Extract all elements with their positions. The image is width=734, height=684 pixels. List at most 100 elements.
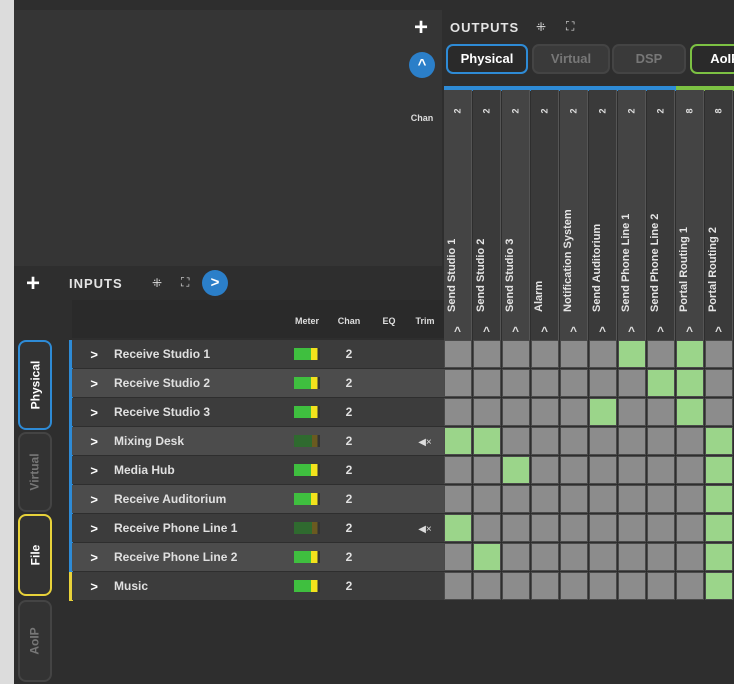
routing-cell[interactable]	[531, 340, 559, 368]
expand-input-chevron[interactable]: >	[72, 434, 104, 449]
routing-cell[interactable]	[589, 572, 617, 600]
routing-cell[interactable]	[618, 514, 646, 542]
routing-cell[interactable]	[676, 572, 704, 600]
routing-cell[interactable]	[444, 543, 472, 571]
routing-cell[interactable]	[444, 514, 472, 542]
collapse-all-outputs-icon[interactable]: ⁜	[536, 20, 547, 34]
expand-output-chevron[interactable]: ^	[705, 324, 732, 338]
routing-cell[interactable]	[473, 543, 501, 571]
output-tab-virtual[interactable]: Virtual	[532, 44, 610, 74]
routing-cell[interactable]	[560, 340, 588, 368]
routing-cell[interactable]	[589, 543, 617, 571]
routing-cell[interactable]	[502, 456, 530, 484]
expand-output-chevron[interactable]: ^	[502, 324, 529, 338]
routing-cell[interactable]	[589, 514, 617, 542]
routing-cell[interactable]	[647, 398, 675, 426]
routing-cell[interactable]	[676, 514, 704, 542]
mute-icon[interactable]: ◀×	[418, 524, 432, 535]
input-row[interactable]: > Receive Auditorium 2	[72, 485, 444, 513]
input-tab-file[interactable]: File	[18, 514, 52, 596]
input-tab-virtual[interactable]: Virtual	[18, 432, 52, 512]
routing-cell[interactable]	[676, 456, 704, 484]
input-row[interactable]: > Receive Phone Line 2 2	[72, 543, 444, 571]
trim-cell[interactable]: ◀×	[406, 434, 444, 448]
input-row[interactable]: > Receive Studio 1 2	[72, 340, 444, 368]
routing-cell[interactable]	[444, 369, 472, 397]
routing-cell[interactable]	[473, 456, 501, 484]
expand-output-chevron[interactable]: ^	[589, 324, 616, 338]
routing-cell[interactable]	[531, 543, 559, 571]
input-row[interactable]: > Receive Studio 2 2	[72, 369, 444, 397]
routing-cell[interactable]	[589, 427, 617, 455]
routing-cell[interactable]	[560, 485, 588, 513]
routing-cell[interactable]	[618, 340, 646, 368]
mute-icon[interactable]: ◀×	[418, 437, 432, 448]
routing-cell[interactable]	[618, 543, 646, 571]
output-tab-dsp[interactable]: DSP	[612, 44, 686, 74]
routing-cell[interactable]	[676, 485, 704, 513]
routing-cell[interactable]	[531, 514, 559, 542]
routing-cell[interactable]	[531, 485, 559, 513]
routing-cell[interactable]	[560, 514, 588, 542]
routing-cell[interactable]	[502, 340, 530, 368]
routing-cell[interactable]	[502, 543, 530, 571]
routing-cell[interactable]	[444, 572, 472, 600]
routing-cell[interactable]	[589, 456, 617, 484]
routing-cell[interactable]	[705, 456, 733, 484]
routing-cell[interactable]	[560, 427, 588, 455]
expand-input-chevron[interactable]: >	[72, 376, 104, 391]
expand-input-chevron[interactable]: >	[72, 521, 104, 536]
output-tab-physical[interactable]: Physical	[446, 44, 528, 74]
routing-cell[interactable]	[647, 514, 675, 542]
routing-cell[interactable]	[676, 340, 704, 368]
routing-cell[interactable]	[647, 456, 675, 484]
routing-cell[interactable]	[560, 369, 588, 397]
routing-cell[interactable]	[560, 543, 588, 571]
input-row[interactable]: > Receive Phone Line 1 2 ◀×	[72, 514, 444, 542]
routing-cell[interactable]	[531, 398, 559, 426]
routing-cell[interactable]	[531, 456, 559, 484]
routing-cell[interactable]	[647, 427, 675, 455]
expand-input-chevron[interactable]: >	[72, 492, 104, 507]
routing-cell[interactable]	[589, 485, 617, 513]
routing-cell[interactable]	[705, 485, 733, 513]
routing-cell[interactable]	[502, 514, 530, 542]
input-row[interactable]: > Media Hub 2	[72, 456, 444, 484]
input-row[interactable]: > Music 2	[72, 572, 444, 600]
routing-cell[interactable]	[502, 572, 530, 600]
routing-cell[interactable]	[618, 456, 646, 484]
expand-input-chevron[interactable]: >	[72, 347, 104, 362]
input-tab-aoip[interactable]: AoIP	[18, 600, 52, 682]
routing-cell[interactable]	[473, 340, 501, 368]
trim-cell[interactable]: ◀×	[406, 521, 444, 535]
routing-cell[interactable]	[705, 340, 733, 368]
routing-cell[interactable]	[589, 369, 617, 397]
expand-all-outputs-icon[interactable]: ⛶	[566, 19, 575, 34]
collapse-all-inputs-icon[interactable]: ⁜	[152, 276, 163, 290]
routing-cell[interactable]	[531, 572, 559, 600]
routing-cell[interactable]	[618, 572, 646, 600]
routing-cell[interactable]	[560, 572, 588, 600]
expand-output-chevron[interactable]: ^	[676, 324, 703, 338]
routing-cell[interactable]	[444, 427, 472, 455]
routing-cell[interactable]	[473, 369, 501, 397]
expand-input-chevron[interactable]: >	[72, 579, 104, 594]
routing-cell[interactable]	[560, 456, 588, 484]
collapse-up-button[interactable]: ^	[409, 52, 435, 78]
routing-cell[interactable]	[676, 369, 704, 397]
routing-cell[interactable]	[705, 398, 733, 426]
add-output-button[interactable]: +	[414, 16, 428, 40]
routing-cell[interactable]	[676, 543, 704, 571]
routing-cell[interactable]	[589, 340, 617, 368]
routing-cell[interactable]	[647, 369, 675, 397]
routing-cell[interactable]	[473, 485, 501, 513]
routing-cell[interactable]	[647, 340, 675, 368]
expand-input-chevron[interactable]: >	[72, 463, 104, 478]
routing-cell[interactable]	[444, 485, 472, 513]
expand-output-chevron[interactable]: ^	[531, 324, 558, 338]
expand-right-button[interactable]: >	[202, 270, 228, 296]
routing-cell[interactable]	[502, 485, 530, 513]
routing-cell[interactable]	[618, 485, 646, 513]
routing-cell[interactable]	[444, 456, 472, 484]
routing-cell[interactable]	[444, 340, 472, 368]
